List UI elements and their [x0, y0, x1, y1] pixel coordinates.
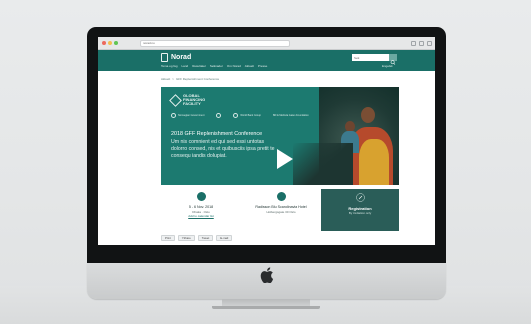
partner-burkina [216, 113, 222, 118]
play-video-icon[interactable] [277, 149, 293, 169]
share-page-icon[interactable] [411, 41, 416, 46]
search-button[interactable] [389, 54, 397, 65]
browser-toolbar: norad.no [98, 37, 435, 50]
nav-item-soknader[interactable]: Søknader [210, 64, 223, 69]
email-share-button[interactable]: E-mail [216, 235, 233, 241]
info-date: 5 - 6 Nov. 2018 Dhaka · Oslo Add to cale… [161, 189, 241, 231]
breadcrumb-current: GFF Replenishment Conference [175, 77, 220, 81]
nav-item-tema[interactable]: Tema og fag [161, 64, 178, 69]
gff-diamond-icon [169, 93, 182, 107]
maximize-window-button[interactable] [114, 41, 118, 45]
twitter-share-button[interactable]: Tweet [197, 235, 214, 241]
hero-body: Um nis comnient ed qui sed essi untotas … [171, 139, 275, 160]
partner-logos: Norwegian Government World Bank Group Bi… [171, 113, 309, 118]
registration-sub: By invitation only [348, 211, 372, 215]
apple-logo-icon [260, 267, 274, 283]
partner-gates: Bill & Melinda Gates Foundation [273, 114, 309, 117]
language-switch[interactable]: Engelsk [382, 64, 393, 69]
share-bar: Print f Share Tweet E-mail [161, 235, 233, 241]
venue-address: Holbergsgate 30 Oslo [266, 210, 296, 214]
norway-crest-icon [171, 113, 176, 118]
screen: norad.no Norad Tema og fag Land Resultat… [98, 37, 435, 245]
nav-item-presse[interactable]: Presse [258, 64, 267, 69]
gff-logo: GLOBAL FINANCING FACILITY [169, 93, 211, 107]
nav-item-land[interactable]: Land [182, 64, 189, 69]
tabs-icon[interactable] [419, 41, 424, 46]
breadcrumb-link-aktuelt[interactable]: Aktuelt [161, 77, 170, 82]
nav-item-aktuelt[interactable]: Aktuelt [245, 64, 254, 69]
partner-worldbank: World Bank Group [233, 113, 261, 118]
plus-icon[interactable] [427, 41, 432, 46]
partner-norway: Norwegian Government [171, 113, 204, 118]
nav-item-resultater[interactable]: Resultater [192, 64, 206, 69]
facebook-share-button[interactable]: f Share [177, 235, 195, 241]
hero-banner: GLOBAL FINANCING FACILITY Norwegian Gove… [161, 87, 399, 185]
registration-panel[interactable]: Registration By invitation only [321, 189, 399, 231]
imac-stand [222, 299, 310, 306]
minimize-window-button[interactable] [108, 41, 112, 45]
search-input[interactable] [352, 54, 389, 61]
breadcrumb: Aktuelt > GFF Replenishment Conference [161, 77, 219, 82]
partner-label: World Bank Group [240, 114, 261, 117]
close-window-button[interactable] [102, 41, 106, 45]
fund-name: GLOBAL FINANCING FACILITY [183, 93, 206, 106]
partner-label: Bill & Melinda Gates Foundation [272, 114, 309, 117]
hero-shade [293, 143, 353, 185]
main-nav: Tema og fag Land Resultater Søknader Om … [161, 64, 267, 69]
world-bank-icon [233, 113, 239, 118]
hero-title: 2018 GFF Replenishment Conference [171, 131, 263, 137]
location-pin-icon [277, 192, 286, 201]
partner-label: Norwegian Government [178, 114, 205, 117]
burkina-crest-icon [216, 113, 222, 118]
norad-logo-icon[interactable] [161, 53, 168, 62]
address-bar[interactable]: norad.no [140, 40, 290, 47]
info-venue: Radisson Blu Scandinavia Hotel Holbergsg… [241, 189, 321, 231]
print-button[interactable]: Print [161, 235, 175, 241]
calendar-icon [197, 192, 206, 201]
pen-icon [356, 193, 365, 202]
site-logo[interactable]: Norad [171, 53, 191, 62]
breadcrumb-separator: > [172, 77, 174, 81]
imac-base [212, 306, 320, 309]
calendar-link[interactable]: Add to calendar list [161, 214, 241, 218]
event-info: 5 - 6 Nov. 2018 Dhaka · Oslo Add to cale… [161, 189, 399, 231]
nav-item-om-norad[interactable]: Om Norad [227, 64, 241, 69]
